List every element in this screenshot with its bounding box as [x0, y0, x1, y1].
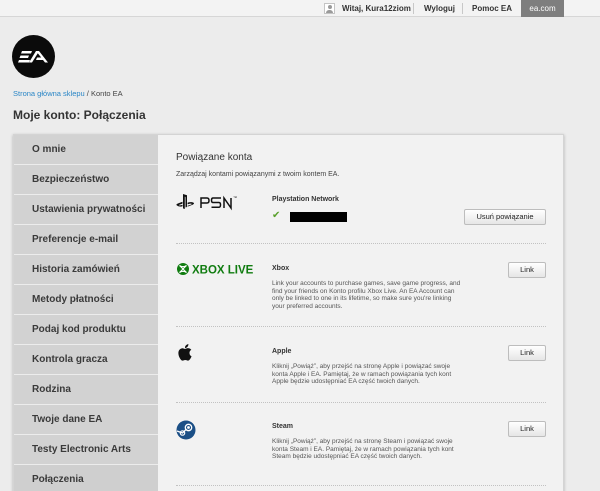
link-steam-button[interactable]: Link	[508, 421, 546, 437]
unlink-psn-button[interactable]: Usuń powiązanie	[464, 209, 546, 225]
xbox-live-logo-text: XBOX LIVE	[192, 265, 254, 277]
account-panel: O mnie Bezpieczeństwo Ustawienia prywatn…	[13, 134, 564, 491]
steam-description: Kliknij „Powiąż”, aby przejść na stronę …	[272, 438, 454, 460]
xbox-description: Link your accounts to purchase games, sa…	[272, 280, 461, 310]
linked-check-icon: ✔	[272, 210, 281, 221]
section-subtitle: Zarządzaj kontami powiązanymi z twoim ko…	[176, 171, 340, 178]
sidebar-item-payment-methods[interactable]: Metody płatności	[14, 285, 158, 315]
playstation-icon: ™	[176, 194, 237, 211]
sidebar-item-redeem-code[interactable]: Podaj kod produktu	[14, 315, 158, 345]
apple-icon	[178, 344, 192, 361]
divider	[176, 326, 546, 327]
sidebar-item-connections[interactable]: Połączenia	[14, 465, 165, 491]
psn-account-name: Playstation Network	[272, 196, 339, 203]
steam-logo	[176, 420, 196, 445]
section-title: Powiązane konta	[176, 152, 253, 163]
redacted-psn-id	[290, 212, 347, 222]
username-label[interactable]: Witaj, Kura12ziom	[342, 0, 411, 17]
apple-account-name: Apple	[272, 348, 292, 355]
xbox-live-logo: XBOX LIVE	[176, 262, 256, 281]
steam-account-name: Steam	[272, 423, 294, 430]
logout-link[interactable]: Wyloguj	[424, 0, 455, 17]
sidebar-item-order-history[interactable]: Historia zamówień	[14, 255, 158, 285]
sidebar-item-ea-tests[interactable]: Testy Electronic Arts	[14, 435, 158, 465]
separator	[413, 3, 414, 14]
sidebar-item-about-me[interactable]: O mnie	[14, 135, 158, 165]
breadcrumb-current: Konto EA	[90, 89, 123, 98]
apple-description: Kliknij „Powiąż”, aby przejść na stronę …	[272, 363, 452, 385]
ea-com-tab[interactable]: ea.com	[521, 0, 564, 17]
divider	[176, 243, 546, 244]
sidebar: O mnie Bezpieczeństwo Ustawienia prywatn…	[14, 135, 165, 491]
breadcrumb-home-link[interactable]: Strona główna sklepu	[13, 89, 85, 98]
sidebar-item-player-control[interactable]: Kontrola gracza	[14, 345, 158, 375]
xbox-icon: XBOX LIVE	[177, 263, 254, 277]
top-bar: Witaj, Kura12ziom Wyloguj Pomoc EA ea.co…	[0, 0, 600, 17]
divider	[176, 402, 546, 403]
link-apple-button[interactable]: Link	[508, 345, 546, 361]
psn-logo: ™	[176, 193, 252, 216]
apple-logo	[178, 344, 192, 366]
sidebar-item-email-preferences[interactable]: Preferencje e-mail	[14, 225, 158, 255]
link-xbox-button[interactable]: Link	[508, 262, 546, 278]
divider	[176, 485, 546, 486]
breadcrumb: Strona główna sklepu / Konto EA	[13, 89, 123, 98]
ea-logo-icon	[18, 51, 48, 63]
separator	[462, 3, 463, 14]
connections-content: Powiązane konta Zarządzaj kontami powiąz…	[158, 135, 563, 491]
sidebar-item-privacy[interactable]: Ustawienia prywatności	[14, 195, 158, 225]
xbox-account-name: Xbox	[272, 265, 290, 272]
sidebar-item-family[interactable]: Rodzina	[14, 375, 158, 405]
ea-logo[interactable]	[12, 35, 55, 78]
help-link[interactable]: Pomoc EA	[472, 0, 512, 17]
page-title: Moje konto: Połączenia	[13, 108, 146, 122]
svg-text:™: ™	[233, 195, 237, 200]
sidebar-item-security[interactable]: Bezpieczeństwo	[14, 165, 158, 195]
steam-icon	[176, 420, 196, 440]
avatar-icon[interactable]	[324, 3, 335, 14]
sidebar-item-your-ea-data[interactable]: Twoje dane EA	[14, 405, 158, 435]
